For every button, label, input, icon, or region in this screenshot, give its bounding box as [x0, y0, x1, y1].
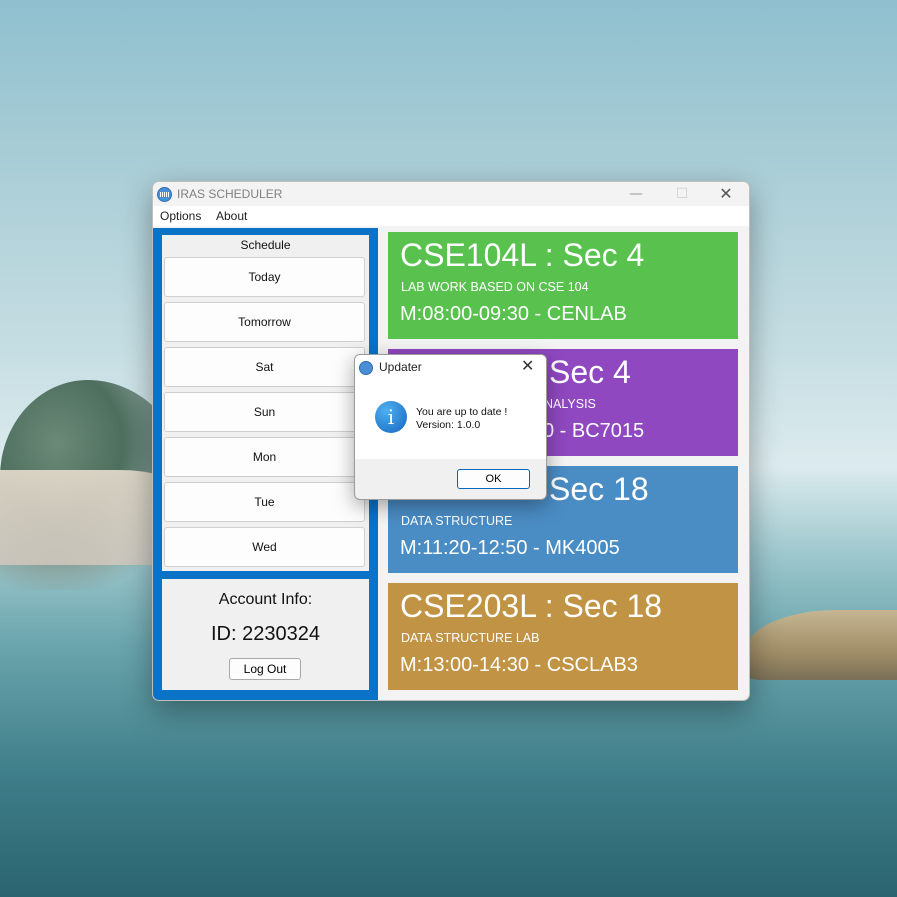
reeds-scenery: [745, 610, 897, 680]
account-title: Account Info:: [218, 591, 313, 608]
card-subtitle: DATA STRUCTURE LAB: [401, 631, 540, 645]
day-button-sun[interactable]: Sun: [164, 392, 365, 432]
maximize-button[interactable]: ☐: [659, 182, 705, 206]
minimize-button[interactable]: —: [613, 182, 659, 206]
day-button-tomorrow[interactable]: Tomorrow: [164, 302, 365, 342]
day-button-tue[interactable]: Tue: [164, 482, 365, 522]
menu-bar: Options About: [153, 206, 749, 226]
day-button-sat[interactable]: Sat: [164, 347, 365, 387]
dialog-close-button[interactable]: ✕: [521, 356, 534, 376]
card-subtitle: DATA STRUCTURE: [401, 514, 513, 528]
card-title: CSE104L : Sec 4: [400, 237, 645, 273]
menu-options[interactable]: Options: [160, 209, 201, 223]
dialog-message-line: You are up to date !: [416, 406, 508, 418]
card-subtitle: NALYSIS: [544, 397, 596, 411]
close-button[interactable]: ✕: [703, 182, 749, 206]
card-subtitle: LAB WORK BASED ON CSE 104: [401, 280, 589, 294]
app-icon: [359, 361, 373, 375]
card-title: Sec 4: [549, 354, 631, 390]
day-button-mon[interactable]: Mon: [164, 437, 365, 477]
card-time: M:08:00-09:30 - CENLAB: [400, 303, 627, 325]
day-button-today[interactable]: Today: [164, 257, 365, 297]
ok-button[interactable]: OK: [457, 469, 530, 489]
class-card[interactable]: CSE203L : Sec 18 DATA STRUCTURE LAB M:13…: [388, 583, 738, 690]
class-card[interactable]: CSE104L : Sec 4 LAB WORK BASED ON CSE 10…: [388, 232, 738, 339]
logout-button[interactable]: Log Out: [229, 658, 301, 680]
schedule-panel: Schedule Today Tomorrow Sat Sun Mon Tue …: [162, 235, 369, 571]
info-icon: i: [375, 401, 407, 433]
card-title: Sec 18: [549, 471, 649, 507]
app-icon: [157, 187, 172, 202]
day-button-wed[interactable]: Wed: [164, 527, 365, 567]
menu-about[interactable]: About: [216, 209, 247, 223]
card-time: 0 - BC7015: [543, 420, 645, 442]
account-panel: Account Info: ID: 2230324 Log Out: [162, 579, 369, 690]
dialog-title-bar[interactable]: Updater ✕: [355, 355, 546, 379]
card-time: M:13:00-14:30 - CSCLAB3: [400, 654, 638, 676]
window-title: IRAS SCHEDULER: [177, 187, 283, 201]
card-time: M:11:20-12:50 - MK4005: [400, 537, 620, 559]
dialog-body: i You are up to date ! Version: 1.0.0: [355, 379, 546, 459]
updater-dialog: Updater ✕ i You are up to date ! Version…: [354, 354, 547, 500]
dialog-message: You are up to date ! Version: 1.0.0: [416, 406, 507, 432]
card-title: CSE203L : Sec 18: [400, 588, 663, 624]
dialog-title: Updater: [379, 360, 422, 374]
account-id: ID: 2230324: [211, 623, 320, 645]
title-bar[interactable]: IRAS SCHEDULER — ☐ ✕: [153, 182, 749, 206]
schedule-label: Schedule: [240, 238, 291, 252]
left-panel: Schedule Today Tomorrow Sat Sun Mon Tue …: [153, 228, 378, 700]
dialog-version-line: Version: 1.0.0: [416, 419, 481, 431]
